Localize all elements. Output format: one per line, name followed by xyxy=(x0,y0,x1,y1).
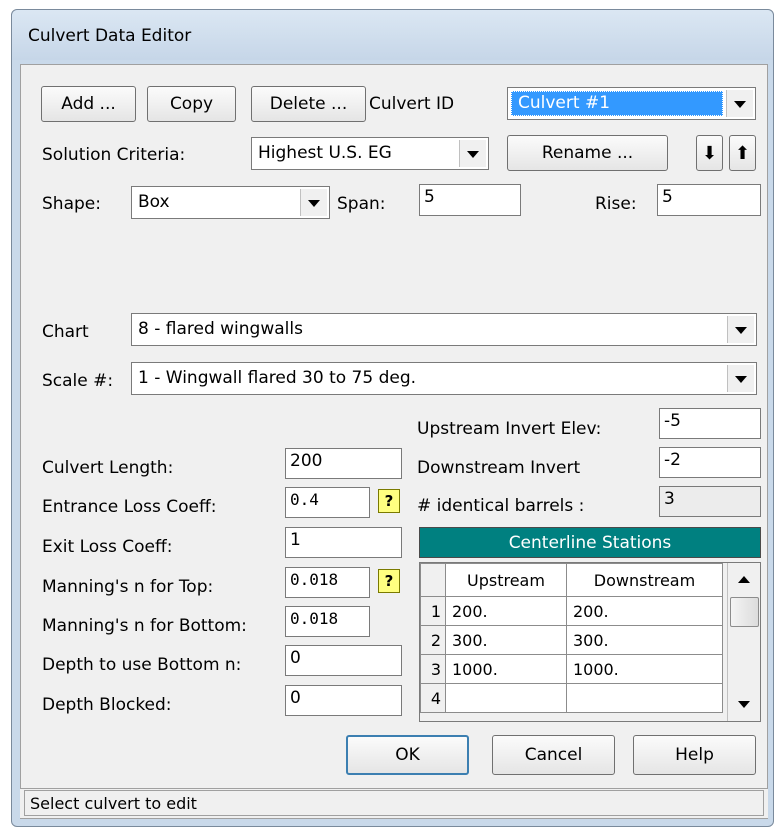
downstream-invert-input[interactable]: -2 xyxy=(659,447,761,478)
rise-input[interactable]: 5 xyxy=(657,184,761,216)
centerline-table: Upstream Downstream 1 200. 200. 2 300. 3… xyxy=(420,563,724,713)
shape-value: Box xyxy=(138,192,170,212)
downstream-cell[interactable]: 1000. xyxy=(565,654,724,684)
scale-value: 1 - Wingwall flared 30 to 75 deg. xyxy=(138,368,417,388)
span-input[interactable]: 5 xyxy=(419,184,521,216)
column-header-upstream[interactable]: Upstream xyxy=(445,563,567,597)
culvert-length-input[interactable]: 200 xyxy=(285,448,402,479)
span-label: Span: xyxy=(337,194,386,214)
row-number: 1 xyxy=(420,596,446,626)
scroll-down-arrow-icon[interactable] xyxy=(731,691,757,717)
table-corner xyxy=(420,563,446,597)
status-text: Select culvert to edit xyxy=(24,790,764,816)
chevron-down-icon[interactable] xyxy=(459,140,486,167)
solution-criteria-label: Solution Criteria: xyxy=(42,145,186,165)
scroll-up-arrow-icon[interactable] xyxy=(731,567,757,593)
table-header-row: Upstream Downstream xyxy=(420,563,724,597)
solution-criteria-select[interactable]: Highest U.S. EG xyxy=(251,137,489,170)
upstream-invert-input[interactable]: -5 xyxy=(659,408,761,439)
table-row[interactable]: 1 200. 200. xyxy=(420,596,724,626)
table-row[interactable]: 4 xyxy=(420,683,724,713)
solution-criteria-value: Highest U.S. EG xyxy=(258,143,392,163)
entrance-loss-label: Entrance Loss Coeff: xyxy=(42,497,217,517)
move-up-button[interactable]: ⬆ xyxy=(729,135,756,171)
depth-blocked-label: Depth Blocked: xyxy=(42,695,172,715)
depth-blocked-input[interactable]: 0 xyxy=(285,685,402,716)
chart-select[interactable]: 8 - flared wingwalls xyxy=(131,313,757,346)
centerline-stations-header: Centerline Stations xyxy=(419,527,761,558)
move-down-button[interactable]: ⬇ xyxy=(696,135,723,171)
ok-button[interactable]: OK xyxy=(346,735,469,775)
upstream-cell[interactable]: 300. xyxy=(445,625,567,655)
depth-bottom-n-label: Depth to use Bottom n: xyxy=(42,655,242,675)
chart-value: 8 - flared wingwalls xyxy=(138,319,303,339)
help-icon[interactable]: ? xyxy=(378,489,400,513)
help-button[interactable]: Help xyxy=(633,735,756,775)
window-title: Culvert Data Editor xyxy=(28,26,192,46)
rename-button[interactable]: Rename ... xyxy=(507,135,668,171)
upstream-cell[interactable]: 200. xyxy=(445,596,567,626)
downstream-invert-label: Downstream Invert xyxy=(417,458,581,478)
culvert-id-value: Culvert #1 xyxy=(518,93,611,113)
chevron-down-icon[interactable] xyxy=(726,90,753,117)
row-number: 4 xyxy=(420,683,446,713)
help-icon[interactable]: ? xyxy=(378,569,400,593)
row-number: 3 xyxy=(420,654,446,684)
depth-bottom-n-input[interactable]: 0 xyxy=(285,645,402,676)
downstream-cell[interactable]: 300. xyxy=(565,625,724,655)
copy-button[interactable]: Copy xyxy=(147,86,236,122)
delete-button[interactable]: Delete ... xyxy=(251,86,366,122)
mannings-top-label: Manning's n for Top: xyxy=(42,577,214,597)
chart-label: Chart xyxy=(42,322,89,342)
shape-select[interactable]: Box xyxy=(131,186,330,219)
vertical-scrollbar[interactable] xyxy=(727,563,760,721)
rise-label: Rise: xyxy=(595,194,637,214)
exit-loss-input[interactable]: 1 xyxy=(285,527,402,558)
mannings-bottom-input[interactable]: 0.018 xyxy=(285,606,370,637)
upstream-cell[interactable]: 1000. xyxy=(445,654,567,684)
upstream-invert-label: Upstream Invert Elev: xyxy=(417,419,602,439)
shape-label: Shape: xyxy=(42,194,101,214)
culvert-id-label: Culvert ID xyxy=(369,94,455,114)
arrow-up-icon: ⬆ xyxy=(734,142,751,164)
chevron-down-icon[interactable] xyxy=(727,365,754,392)
identical-barrels-label: # identical barrels : xyxy=(417,496,585,516)
culvert-id-select[interactable]: Culvert #1 xyxy=(507,87,756,120)
identical-barrels-value: 3 xyxy=(659,486,761,517)
scale-label: Scale #: xyxy=(42,371,114,391)
downstream-cell[interactable] xyxy=(565,683,724,713)
entrance-loss-input[interactable]: 0.4 xyxy=(285,487,370,518)
scrollbar-thumb[interactable] xyxy=(730,597,759,627)
upstream-cell[interactable] xyxy=(445,683,567,713)
downstream-cell[interactable]: 200. xyxy=(565,596,724,626)
table-row[interactable]: 3 1000. 1000. xyxy=(420,654,724,684)
chevron-down-icon[interactable] xyxy=(727,316,754,343)
chevron-down-icon[interactable] xyxy=(300,189,327,216)
table-row[interactable]: 2 300. 300. xyxy=(420,625,724,655)
centerline-stations-grid[interactable]: Upstream Downstream 1 200. 200. 2 300. 3… xyxy=(419,562,761,722)
mannings-bottom-label: Manning's n for Bottom: xyxy=(42,616,247,636)
culvert-length-label: Culvert Length: xyxy=(42,458,174,478)
row-number: 2 xyxy=(420,625,446,655)
mannings-top-input[interactable]: 0.018 xyxy=(285,567,370,598)
column-header-downstream[interactable]: Downstream xyxy=(565,563,724,597)
cancel-button[interactable]: Cancel xyxy=(492,735,615,775)
add-button[interactable]: Add ... xyxy=(41,86,136,122)
exit-loss-label: Exit Loss Coeff: xyxy=(42,537,173,557)
arrow-down-icon: ⬇ xyxy=(701,142,718,164)
scale-select[interactable]: 1 - Wingwall flared 30 to 75 deg. xyxy=(131,362,757,395)
